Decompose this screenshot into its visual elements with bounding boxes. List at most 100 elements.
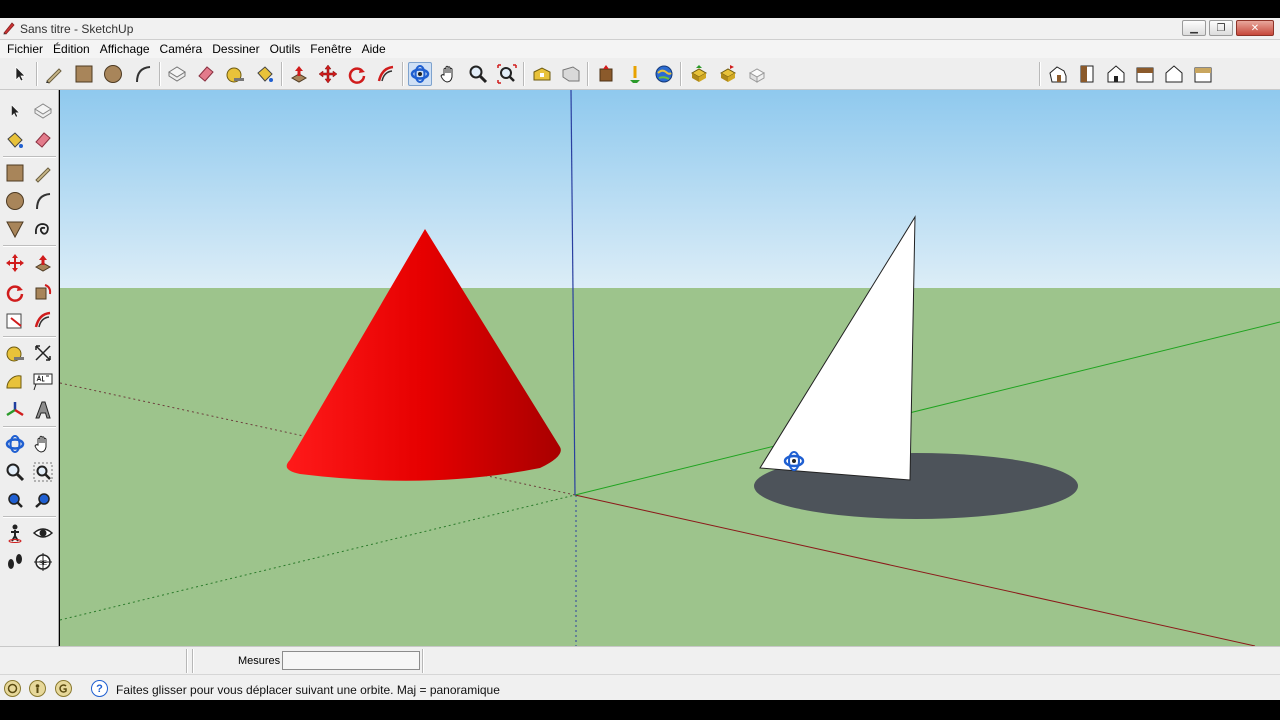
3d-warehouse-button[interactable] [530, 62, 554, 86]
left-scale-button[interactable] [2, 307, 28, 333]
left-make-component-button[interactable] [30, 98, 56, 124]
share-model-button[interactable] [559, 62, 583, 86]
circle-tool-button[interactable] [101, 62, 125, 86]
orbit-icon [5, 435, 25, 453]
zoom-tool-button[interactable] [466, 62, 490, 86]
place-model-button[interactable] [623, 62, 647, 86]
follow-me-icon [377, 65, 394, 82]
arc-tool-button[interactable] [131, 62, 155, 86]
google-earth-button[interactable] [652, 62, 676, 86]
left-look-around-button[interactable] [30, 520, 56, 546]
left-zoom-extents-button[interactable] [2, 487, 28, 513]
menu-outils[interactable]: Outils [265, 42, 306, 56]
left-section-plane-button[interactable]: SE [30, 549, 56, 575]
paint-bucket-button[interactable] [253, 62, 277, 86]
sign-in-icon[interactable] [55, 680, 72, 697]
left-dimension-button[interactable] [30, 340, 56, 366]
top-view-button[interactable] [1075, 62, 1099, 86]
menu-affichage[interactable]: Affichage [95, 42, 155, 56]
left-previous-view-button[interactable] [30, 487, 56, 513]
left-orbit-button[interactable] [2, 431, 28, 457]
styles-button[interactable] [745, 62, 769, 86]
move-tool-button[interactable] [316, 62, 340, 86]
left-text-button[interactable] [30, 369, 56, 395]
tape-measure-button[interactable] [223, 62, 247, 86]
help-icon[interactable]: ? [91, 680, 108, 697]
move-icon [318, 64, 338, 84]
left-arc-button[interactable] [30, 188, 56, 214]
zoom-extents-button[interactable] [495, 62, 519, 86]
left-view-button[interactable] [1191, 62, 1215, 86]
make-component-button[interactable] [165, 62, 189, 86]
menu-fichier[interactable]: Fichier [2, 42, 48, 56]
components-button[interactable] [687, 62, 711, 86]
left-freehand-button[interactable] [30, 216, 56, 242]
left-select-button[interactable] [2, 98, 28, 124]
left-push-pull-button[interactable] [30, 250, 56, 276]
scene-canvas[interactable] [60, 90, 1280, 646]
left-axes-button[interactable] [2, 397, 28, 423]
previous-view-icon [35, 493, 50, 508]
look-around-eye-icon [33, 528, 53, 538]
rotate-tool-button[interactable] [345, 62, 369, 86]
left-polygon-button[interactable] [2, 216, 28, 242]
paint-bucket-icon [257, 66, 273, 82]
left-tape-measure-button[interactable] [2, 340, 28, 366]
iso-view-button[interactable] [1046, 62, 1070, 86]
circle-icon [6, 192, 24, 210]
left-follow-me-button[interactable] [30, 279, 56, 305]
eraser-icon [198, 66, 214, 82]
status-bar: ? Faites glisser pour vous déplacer suiv… [0, 674, 1280, 700]
menu-dessiner[interactable]: Dessiner [207, 42, 264, 56]
right-view-button[interactable] [1133, 62, 1157, 86]
left-position-camera-button[interactable] [2, 520, 28, 546]
dynamic-component-button[interactable] [716, 62, 740, 86]
left-walk-button[interactable] [2, 549, 28, 575]
back-view-button[interactable] [1162, 62, 1186, 86]
pencil-tool-button[interactable] [42, 62, 66, 86]
left-3d-text-button[interactable] [30, 397, 56, 423]
pan-hand-icon [440, 65, 453, 83]
orbit-tool-button[interactable] [408, 62, 432, 86]
push-pull-button[interactable] [287, 62, 311, 86]
place-model-icon [630, 66, 640, 83]
menu-edition[interactable]: Édition [48, 42, 95, 56]
restore-button[interactable]: ❐ [1209, 20, 1233, 36]
minimize-button[interactable]: ▁ [1182, 20, 1206, 36]
left-line-button[interactable] [30, 160, 56, 186]
follow-me-button[interactable] [374, 62, 398, 86]
left-pan-button[interactable] [30, 431, 56, 457]
eraser-tool-button[interactable] [194, 62, 218, 86]
iso-house-icon [1049, 66, 1067, 83]
credits-icon[interactable] [29, 680, 46, 697]
geo-location-icon[interactable] [4, 680, 21, 697]
rectangle-tool-button[interactable] [72, 62, 96, 86]
menu-camera[interactable]: Caméra [155, 42, 208, 56]
left-offset-button[interactable] [30, 307, 56, 333]
arc-icon [136, 66, 151, 83]
follow-me-icon [35, 284, 52, 300]
close-button[interactable]: ✕ [1236, 20, 1274, 36]
left-move-button[interactable] [2, 250, 28, 276]
menu-fenetre[interactable]: Fenêtre [305, 42, 356, 56]
select-tool-button[interactable] [8, 62, 32, 86]
dimension-icon [35, 345, 51, 361]
main-toolbar [0, 58, 1280, 90]
push-pull-icon [34, 255, 52, 272]
left-rotate-button[interactable] [2, 279, 28, 305]
left-zoom-window-button[interactable] [30, 459, 56, 485]
left-circle-button[interactable] [2, 188, 28, 214]
front-view-button[interactable] [1104, 62, 1128, 86]
menu-aide[interactable]: Aide [357, 42, 391, 56]
left-eraser-button[interactable] [30, 127, 56, 153]
3d-viewport[interactable] [60, 90, 1280, 646]
pencil-icon [35, 167, 51, 183]
pan-tool-button[interactable] [437, 62, 461, 86]
measurements-input[interactable] [282, 651, 420, 670]
left-rectangle-button[interactable] [2, 160, 28, 186]
get-models-button[interactable] [594, 62, 618, 86]
left-paint-bucket-button[interactable] [2, 127, 28, 153]
left-zoom-button[interactable] [2, 459, 28, 485]
left-protractor-button[interactable] [2, 369, 28, 395]
freehand-icon [34, 223, 49, 235]
